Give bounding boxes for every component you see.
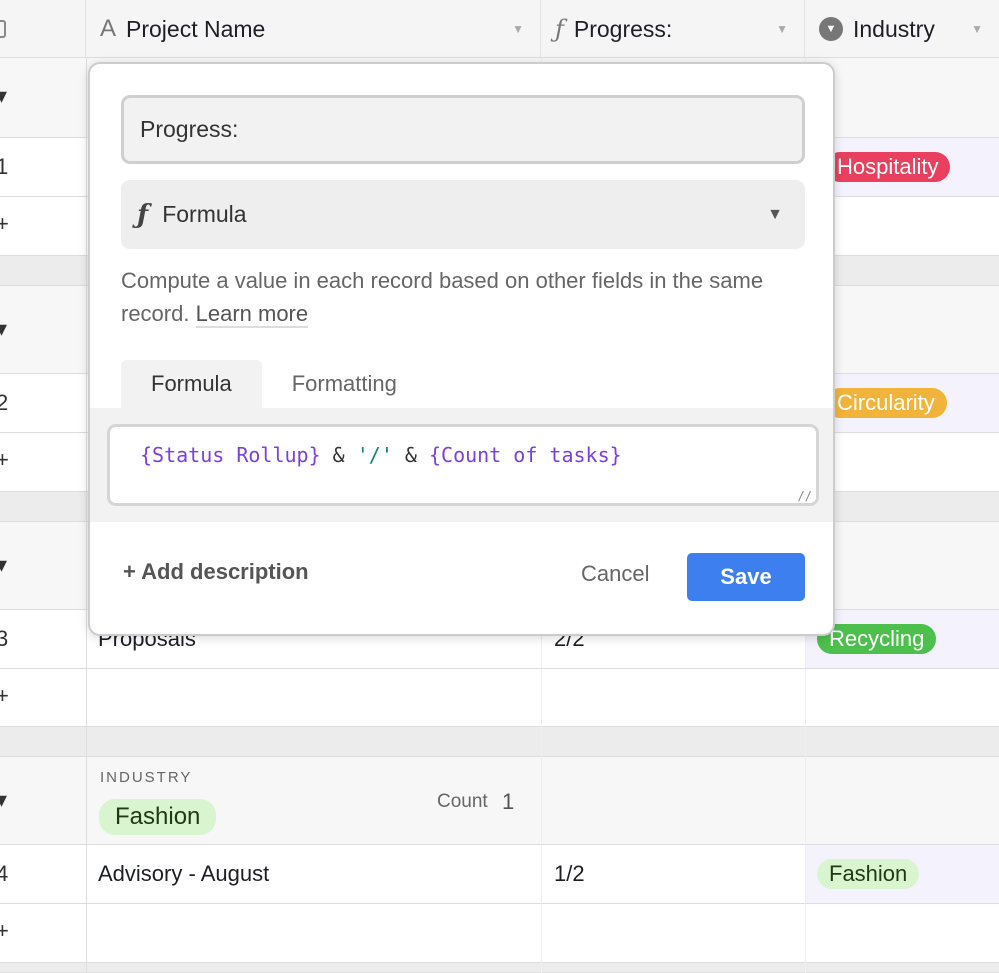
add-row[interactable]: + bbox=[0, 669, 999, 727]
plus-icon[interactable]: + bbox=[0, 683, 9, 709]
tab-formatting[interactable]: Formatting bbox=[262, 360, 427, 408]
industry-tag: Hospitality bbox=[825, 152, 951, 182]
formula-editor[interactable]: {Status Rollup} & '/' & {Count of tasks}… bbox=[107, 424, 819, 506]
group-header[interactable]: ▾ INDUSTRY Fashion Count 1 bbox=[0, 757, 999, 845]
plus-icon[interactable]: + bbox=[0, 447, 9, 473]
progress-cell[interactable]: 1/2 bbox=[554, 845, 585, 903]
column-header-progress[interactable]: ƒ Progress: ▼ bbox=[541, 0, 805, 58]
text-field-icon: A bbox=[100, 15, 117, 42]
cancel-button[interactable]: Cancel bbox=[581, 561, 649, 587]
add-row[interactable]: + bbox=[0, 904, 999, 963]
single-select-icon: ▼ bbox=[819, 17, 843, 41]
industry-tag: Recycling bbox=[817, 624, 937, 654]
collapse-chevron-icon[interactable]: ▾ bbox=[0, 316, 7, 342]
industry-tag: Circularity bbox=[825, 388, 947, 418]
plus-icon: + bbox=[123, 559, 142, 584]
add-description-button[interactable]: + Add description bbox=[123, 559, 309, 585]
plus-icon[interactable]: + bbox=[0, 918, 9, 944]
project-name-cell[interactable]: Advisory - August bbox=[98, 845, 269, 903]
group-spacer bbox=[0, 963, 999, 973]
table-header: A Project Name ▼ ƒ Progress: ▼ ▼ Industry ▼ bbox=[0, 0, 999, 58]
table-row[interactable]: 4 Advisory - August 1/2 Fashion bbox=[0, 845, 999, 904]
select-all-column[interactable] bbox=[0, 0, 86, 58]
formula-icon: ƒ bbox=[137, 199, 149, 230]
column-header-industry[interactable]: ▼ Industry ▼ bbox=[805, 0, 999, 58]
checkbox-icon[interactable] bbox=[0, 20, 6, 38]
formula-icon: ƒ bbox=[555, 15, 564, 43]
group-value-tag: Fashion bbox=[99, 799, 217, 835]
learn-more-link[interactable]: Learn more bbox=[195, 301, 309, 328]
field-type-select[interactable]: ƒ Formula ▼ bbox=[121, 180, 805, 249]
chevron-down-icon: ▼ bbox=[767, 205, 783, 223]
plus-icon[interactable]: + bbox=[0, 211, 9, 237]
resize-handle-icon[interactable]: // bbox=[798, 489, 812, 503]
chevron-down-icon[interactable]: ▼ bbox=[512, 22, 524, 36]
field-type-description: Compute a value in each record based on … bbox=[121, 268, 764, 328]
tab-formula[interactable]: Formula bbox=[121, 360, 262, 408]
group-spacer bbox=[0, 727, 999, 757]
collapse-chevron-icon[interactable]: ▾ bbox=[0, 552, 7, 578]
industry-tag: Fashion bbox=[817, 859, 920, 889]
column-header-project-name[interactable]: A Project Name ▼ bbox=[86, 0, 541, 58]
collapse-chevron-icon[interactable]: ▾ bbox=[0, 787, 7, 813]
save-button[interactable]: Save bbox=[687, 553, 805, 601]
field-config-dialog: Progress: ƒ Formula ▼ Compute a value in… bbox=[88, 62, 835, 636]
field-name-input[interactable]: Progress: bbox=[121, 95, 805, 164]
collapse-chevron-icon[interactable]: ▾ bbox=[0, 83, 7, 109]
tabs: Formula Formatting bbox=[121, 360, 427, 408]
chevron-down-icon[interactable]: ▼ bbox=[971, 22, 983, 36]
chevron-down-icon[interactable]: ▼ bbox=[776, 22, 788, 36]
